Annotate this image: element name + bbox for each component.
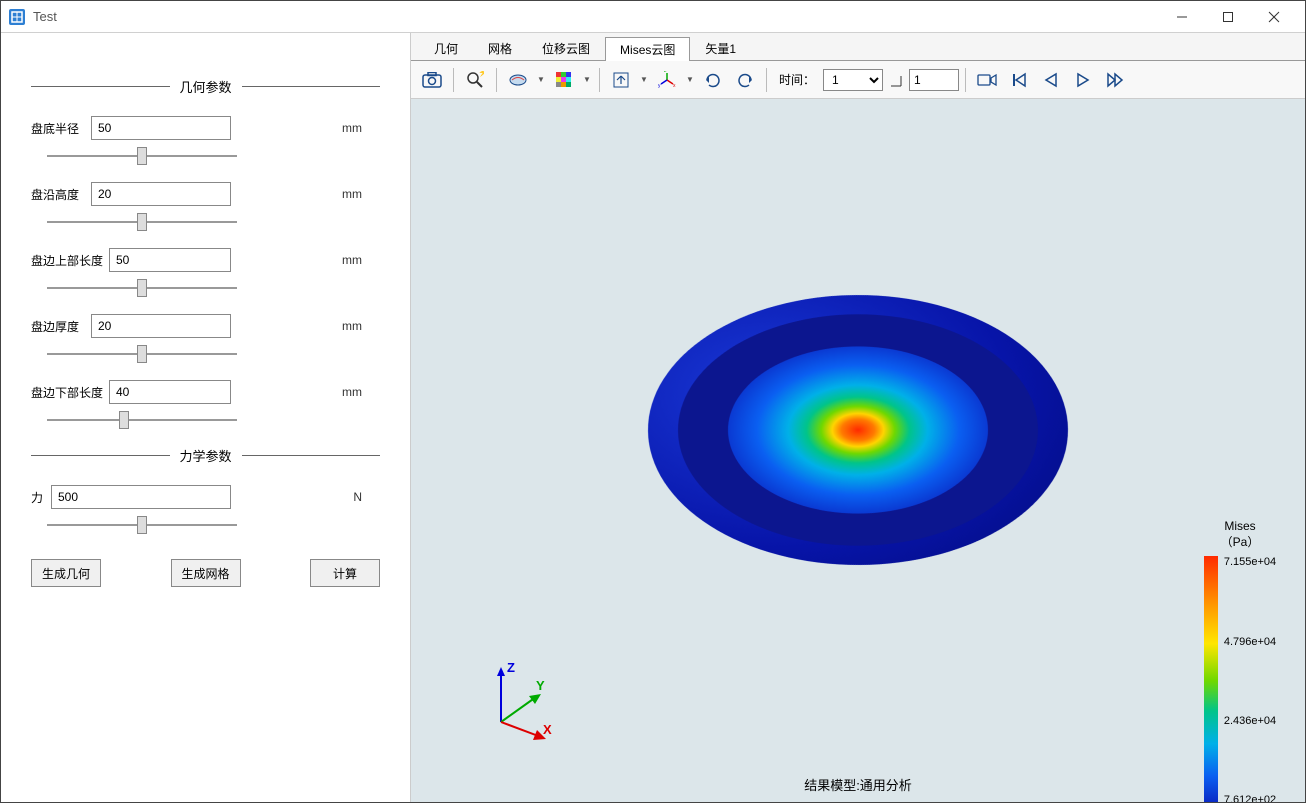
compute-button[interactable]: 计算 — [310, 559, 380, 587]
edge-thickness-input[interactable] — [91, 314, 231, 338]
window-controls — [1159, 2, 1297, 32]
edge-lower-length-input[interactable] — [109, 380, 231, 404]
app-window: Test 几何参数 盘底半径 mm 盘沿高度 mm — [0, 0, 1306, 803]
param-edge-lower-length: 盘边下部长度 mm — [31, 380, 380, 404]
surface-style-dropdown[interactable]: ▼ — [535, 75, 547, 84]
svg-text:Z: Z — [507, 660, 515, 675]
app-icon — [9, 9, 25, 25]
prev-frame-icon[interactable] — [1036, 65, 1066, 95]
edge-lower-length-slider[interactable] — [47, 419, 237, 421]
action-buttons: 生成几何 生成网格 计算 — [31, 559, 380, 587]
status-text: 结果模型:通用分析 — [804, 775, 912, 794]
param-label: 盘沿高度 — [31, 186, 91, 203]
svg-text:Y: Y — [536, 678, 545, 693]
maximize-button[interactable] — [1205, 2, 1251, 32]
expand-right-icon[interactable] — [885, 65, 907, 95]
fit-view-dropdown[interactable]: ▼ — [638, 75, 650, 84]
sidebar: 几何参数 盘底半径 mm 盘沿高度 mm 盘边上部长度 mm 盘边厚度 — [1, 33, 411, 802]
generate-geometry-button[interactable]: 生成几何 — [31, 559, 101, 587]
toolbar: ⚡ ▼ ▼ ▼ zxy ▼ 时间： 1 — [411, 61, 1305, 99]
colormap-icon[interactable] — [549, 65, 579, 95]
legend-ticks: 7.155e+04 4.796e+04 2.436e+04 7.612e+02 — [1224, 556, 1276, 802]
titlebar: Test — [1, 1, 1305, 33]
disc-bottom-radius-input[interactable] — [91, 116, 231, 140]
viewport-3d[interactable]: Z Y X Mises（Pa） 7.155e+04 4.796e+04 — [411, 99, 1305, 802]
axes-triad: Z Y X — [481, 662, 561, 742]
param-unit: mm — [342, 253, 380, 267]
param-label: 盘边厚度 — [31, 318, 91, 335]
edge-upper-length-input[interactable] — [109, 248, 231, 272]
param-edge-upper-length: 盘边上部长度 mm — [31, 248, 380, 272]
rim-height-input[interactable] — [91, 182, 231, 206]
legend-title: Mises（Pa） — [1221, 519, 1260, 550]
edge-upper-length-slider[interactable] — [47, 287, 237, 289]
rotate-ccw-icon[interactable] — [730, 65, 760, 95]
time-select[interactable]: 1 — [823, 69, 883, 91]
svg-text:y: y — [658, 83, 661, 89]
param-label: 盘边下部长度 — [31, 384, 109, 401]
frame-input[interactable] — [909, 69, 959, 91]
legend-color-bar — [1204, 556, 1218, 802]
param-label: 力 — [31, 489, 51, 506]
svg-text:⚡: ⚡ — [478, 71, 484, 77]
simulation-model — [589, 256, 1127, 602]
tab-mesh[interactable]: 网格 — [473, 36, 527, 60]
surface-style-icon[interactable] — [503, 65, 533, 95]
next-frame-icon[interactable] — [1100, 65, 1130, 95]
mechanics-section-title: 力学参数 — [31, 446, 380, 465]
svg-text:x: x — [673, 83, 676, 89]
rotate-cw-icon[interactable] — [698, 65, 728, 95]
main: 几何 网格 位移云图 Mises云图 矢量1 ⚡ ▼ ▼ ▼ zxy ▼ — [411, 33, 1305, 802]
param-unit: N — [353, 490, 380, 504]
time-label: 时间： — [779, 71, 815, 88]
geometry-section-title: 几何参数 — [31, 77, 380, 96]
tab-displacement[interactable]: 位移云图 — [527, 36, 605, 60]
param-unit: mm — [342, 385, 380, 399]
param-edge-thickness: 盘边厚度 mm — [31, 314, 380, 338]
rim-height-slider[interactable] — [47, 221, 237, 223]
force-slider[interactable] — [47, 524, 237, 526]
first-frame-icon[interactable] — [1004, 65, 1034, 95]
fit-view-icon[interactable] — [606, 65, 636, 95]
colormap-dropdown[interactable]: ▼ — [581, 75, 593, 84]
minimize-button[interactable] — [1159, 2, 1205, 32]
svg-text:X: X — [543, 722, 552, 737]
play-icon[interactable] — [1068, 65, 1098, 95]
color-legend: Mises（Pa） 7.155e+04 4.796e+04 2.436e+04 … — [1195, 519, 1285, 802]
axes-orientation-dropdown[interactable]: ▼ — [684, 75, 696, 84]
force-input[interactable] — [51, 485, 231, 509]
param-force: 力 N — [31, 485, 380, 509]
zoom-icon[interactable]: ⚡ — [460, 65, 490, 95]
param-rim-height: 盘沿高度 mm — [31, 182, 380, 206]
tabs-bar: 几何 网格 位移云图 Mises云图 矢量1 — [411, 33, 1305, 61]
edge-thickness-slider[interactable] — [47, 353, 237, 355]
record-icon[interactable] — [972, 65, 1002, 95]
snapshot-icon[interactable] — [417, 65, 447, 95]
axes-orientation-icon[interactable]: zxy — [652, 65, 682, 95]
param-unit: mm — [342, 319, 380, 333]
body: 几何参数 盘底半径 mm 盘沿高度 mm 盘边上部长度 mm 盘边厚度 — [1, 33, 1305, 802]
tab-vector1[interactable]: 矢量1 — [690, 36, 751, 60]
param-label: 盘边上部长度 — [31, 252, 109, 269]
param-label: 盘底半径 — [31, 120, 91, 137]
param-unit: mm — [342, 121, 380, 135]
window-title: Test — [33, 9, 1159, 24]
generate-mesh-button[interactable]: 生成网格 — [171, 559, 241, 587]
tab-geometry[interactable]: 几何 — [419, 36, 473, 60]
param-disc-bottom-radius: 盘底半径 mm — [31, 116, 380, 140]
disc-bottom-radius-slider[interactable] — [47, 155, 237, 157]
param-unit: mm — [342, 187, 380, 201]
close-button[interactable] — [1251, 2, 1297, 32]
tab-mises[interactable]: Mises云图 — [605, 37, 690, 61]
